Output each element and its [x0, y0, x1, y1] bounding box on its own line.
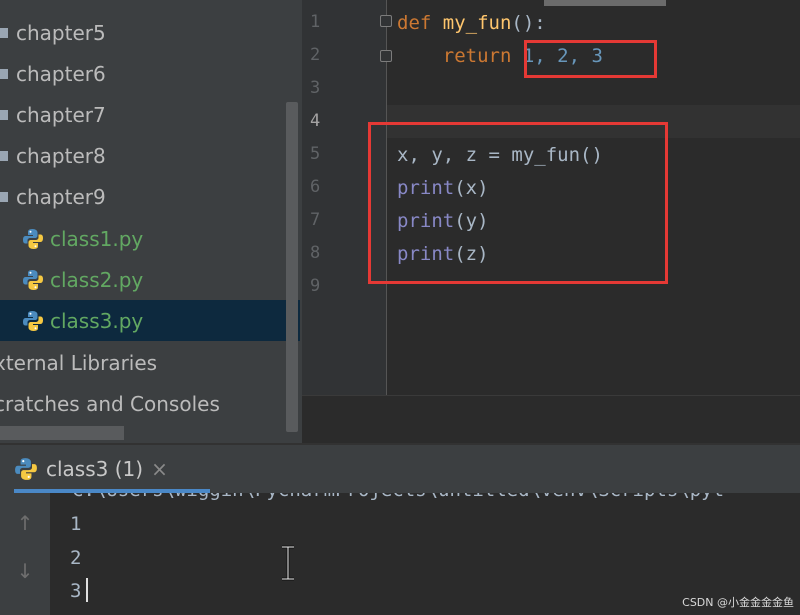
unpacking-code-highlight	[368, 122, 668, 284]
python-file-icon	[23, 228, 43, 249]
tree-item-external-libraries[interactable]: xternal Libraries	[0, 342, 300, 383]
ide-window: chapter5 chapter6 chapter7 chapter8 chap…	[0, 0, 800, 615]
line-number: 6	[310, 177, 321, 197]
tree-item-chapter6[interactable]: chapter6	[0, 53, 300, 94]
python-file-icon	[23, 269, 43, 290]
run-console[interactable]: C:\Users\wiggin\PycharmProjects\untitled…	[50, 493, 800, 615]
fold-icon[interactable]	[380, 50, 392, 62]
return-values-highlight	[524, 40, 657, 78]
line-number: 9	[310, 276, 321, 296]
text-caret	[86, 578, 88, 602]
close-icon[interactable]: ×	[151, 457, 168, 481]
line-number: 7	[310, 210, 321, 230]
tree-item-scratches[interactable]: cratches and Consoles	[0, 383, 300, 424]
project-tree-panel: chapter5 chapter6 chapter7 chapter8 chap…	[0, 0, 302, 443]
run-toolbar: ↑ ↓	[0, 493, 50, 615]
line-number: 5	[310, 144, 321, 164]
tree-item-label: chapter9	[16, 184, 106, 209]
tree-item-label: class2.py	[50, 267, 144, 292]
tree-item-class3[interactable]: class3.py	[0, 300, 300, 341]
tree-item-label: cratches and Consoles	[0, 391, 220, 416]
tree-item-label: xternal Libraries	[0, 350, 158, 375]
tree-item-chapter9[interactable]: chapter9	[0, 176, 300, 217]
tree-item-class2[interactable]: class2.py	[0, 259, 300, 300]
tree-item-chapter7[interactable]: chapter7	[0, 94, 300, 135]
folder-icon	[0, 150, 8, 161]
line-number: 1	[310, 12, 321, 32]
tree-item-label: chapter5	[16, 20, 106, 45]
line-number: 8	[310, 243, 321, 263]
watermark: CSDN @小金金金金鱼	[682, 596, 794, 609]
editor-bottom-area	[302, 395, 800, 444]
project-vertical-scrollbar[interactable]	[286, 102, 298, 432]
tree-item-chapter5[interactable]: chapter5	[0, 12, 300, 53]
code-line-1[interactable]: def my_fun():	[397, 8, 546, 38]
tree-item-chapter8[interactable]: chapter8	[0, 135, 300, 176]
run-tab[interactable]: class3 (1) ×	[14, 445, 210, 493]
arrow-down-icon[interactable]: ↓	[13, 559, 37, 583]
tree-item-label: chapter8	[16, 143, 106, 168]
arrow-up-icon[interactable]: ↑	[13, 511, 37, 535]
editor-horizontal-scrollbar[interactable]	[544, 0, 666, 6]
tree-item-label: chapter6	[16, 61, 106, 86]
tree-item-label: class1.py	[50, 226, 144, 251]
python-file-icon	[23, 310, 43, 331]
ibeam-cursor-icon	[282, 545, 294, 581]
tree-item-label: chapter7	[16, 102, 106, 127]
project-horizontal-scrollbar[interactable]	[0, 426, 124, 440]
folder-icon	[0, 68, 8, 79]
console-output-line: 1	[70, 513, 82, 535]
line-number: 3	[310, 78, 321, 98]
console-output-line: 3	[70, 580, 82, 602]
line-number: 2	[310, 45, 321, 65]
folder-icon	[0, 27, 8, 38]
console-command-line: C:\Users\wiggin\PycharmProjects\untitled…	[72, 493, 724, 501]
folder-icon	[0, 109, 8, 120]
fold-icon[interactable]	[380, 15, 392, 27]
line-number: 4	[310, 111, 321, 131]
run-tab-bar: class3 (1) ×	[0, 445, 800, 493]
folder-icon	[0, 191, 8, 202]
tree-item-class1[interactable]: class1.py	[0, 218, 300, 259]
console-output-line: 2	[70, 547, 82, 569]
run-tab-label: class3 (1)	[46, 457, 144, 481]
tree-item-label: class3.py	[50, 308, 144, 333]
python-file-icon	[15, 458, 37, 480]
